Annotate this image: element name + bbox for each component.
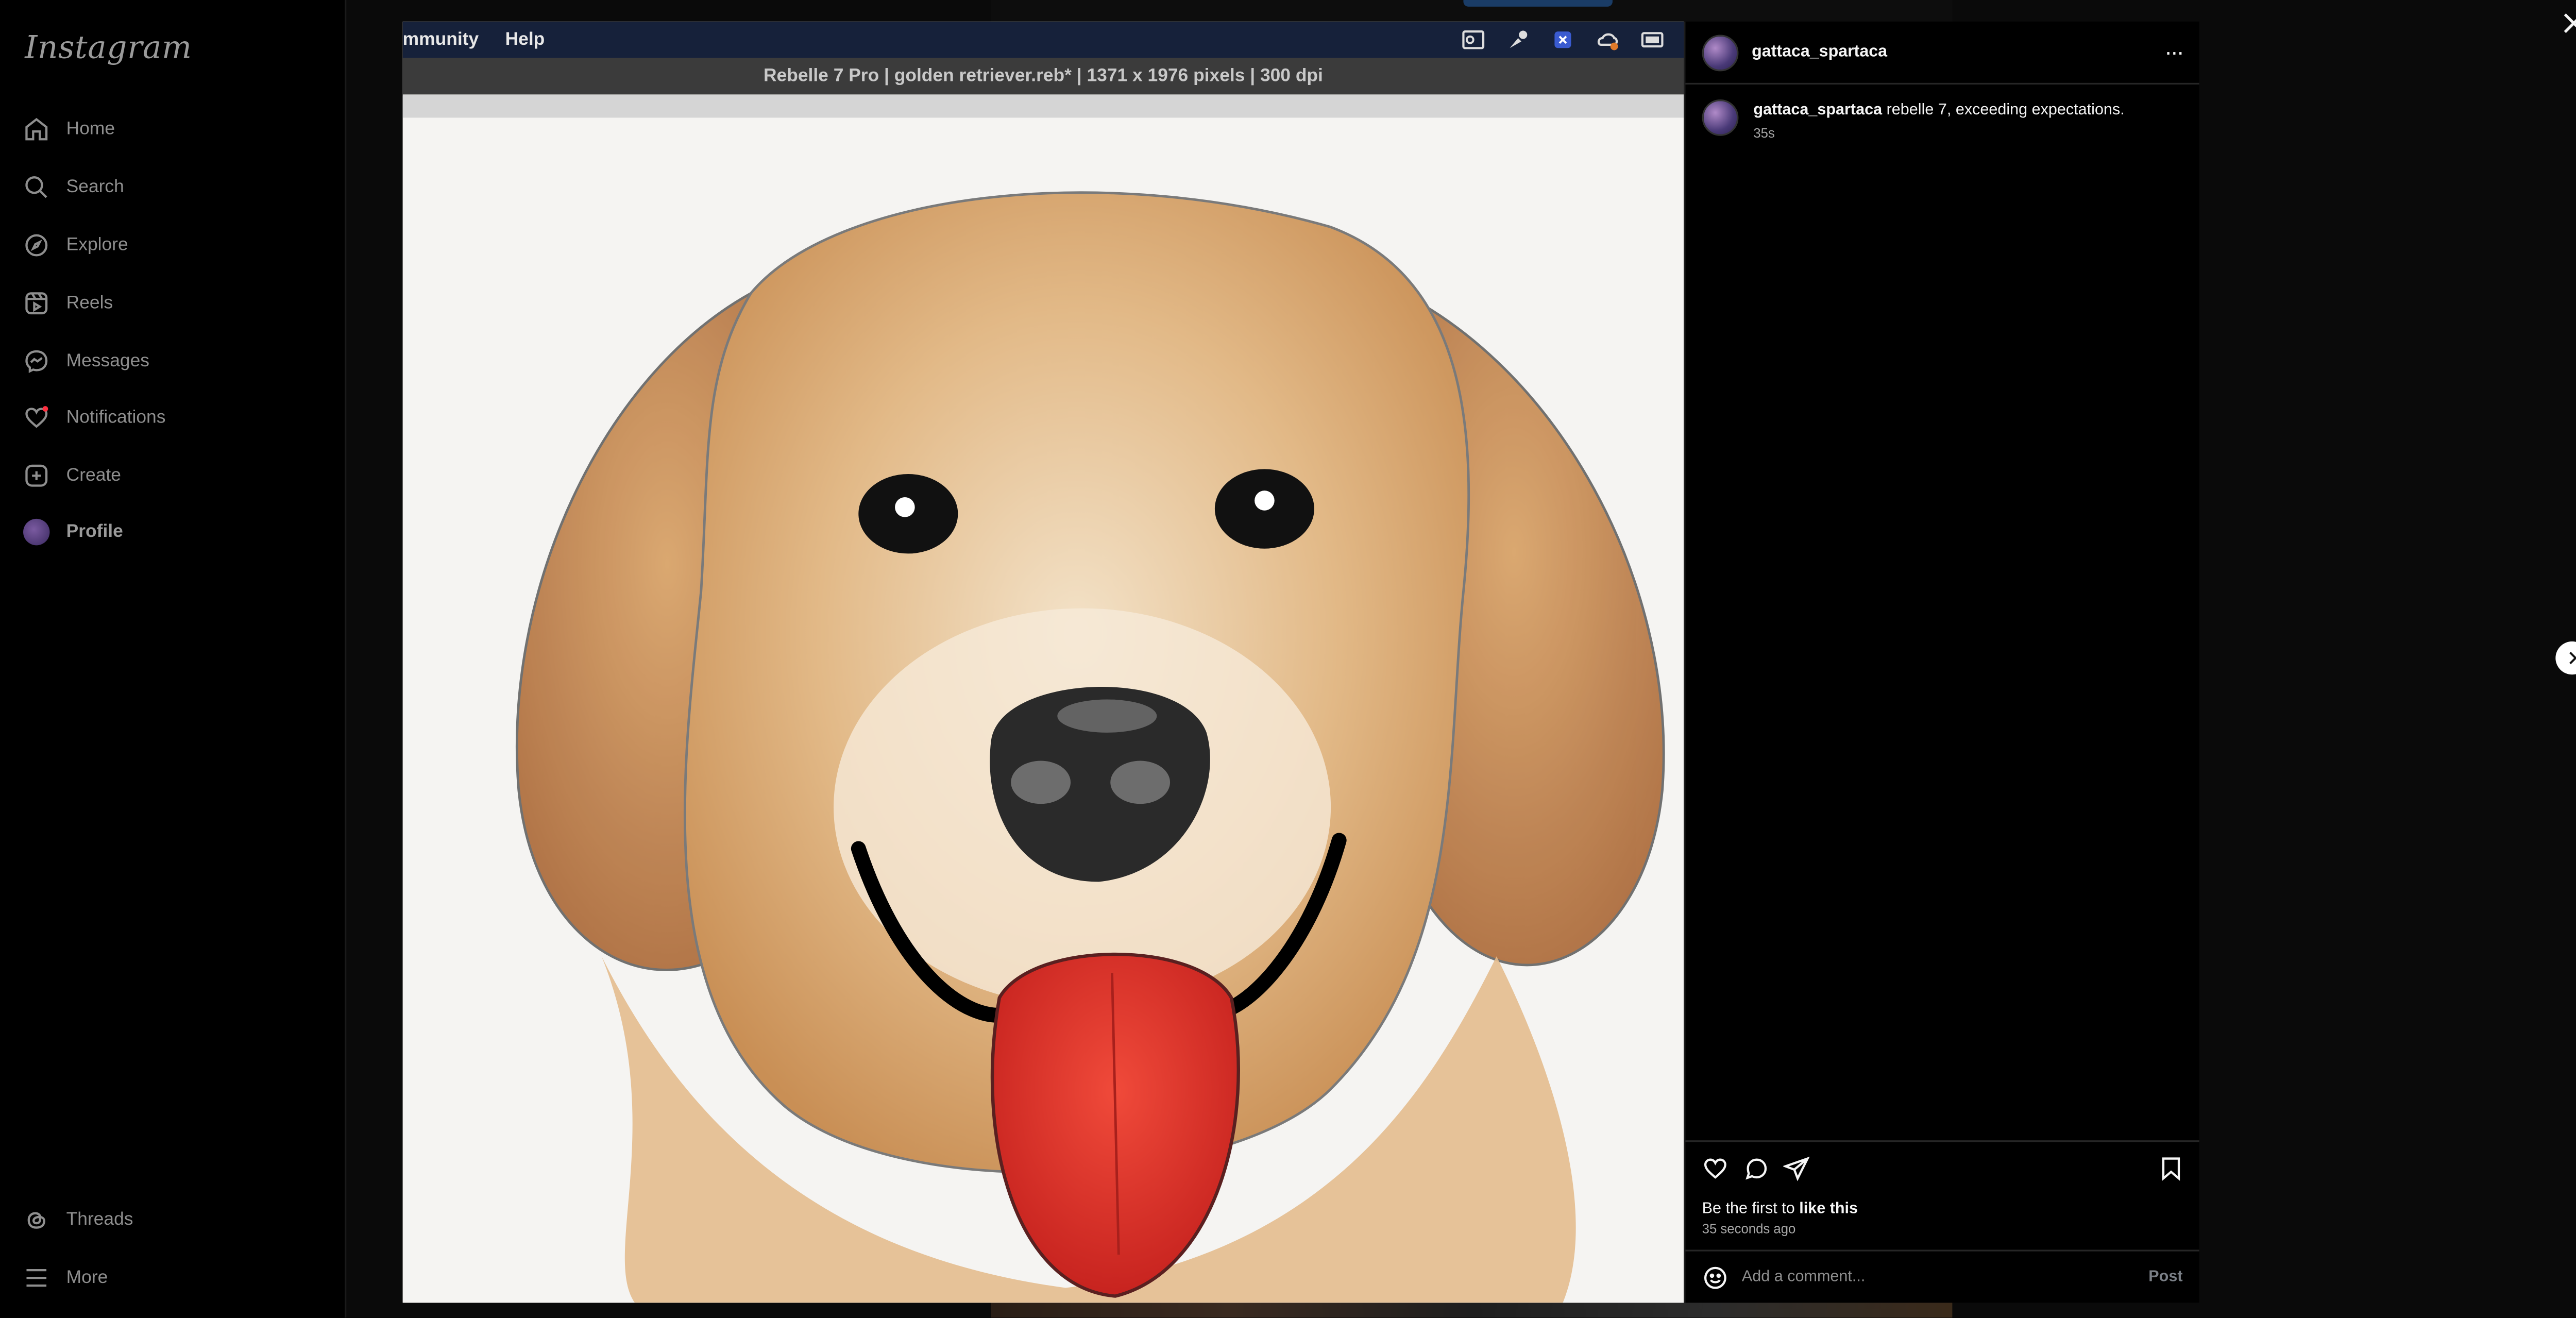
menu-icon [23, 1264, 49, 1291]
sidebar-item-label: More [66, 1268, 108, 1288]
plus-square-icon [23, 462, 49, 488]
sidebar-item-label: Threads [66, 1210, 133, 1230]
compass-icon [23, 232, 49, 258]
sidebar-item-label: Home [66, 119, 115, 140]
threads-icon [23, 1207, 49, 1233]
like-this-link[interactable]: like this [1799, 1200, 1858, 1218]
sidebar-item-label: Search [66, 177, 124, 197]
chevron-right-icon [2569, 651, 2576, 665]
comment-bar: Add a comment... Post [1685, 1249, 2199, 1304]
avatar[interactable] [1702, 35, 1739, 72]
caption-username[interactable]: gattaca_spartaca [1753, 101, 1882, 119]
feed-button-edge [1463, 0, 1613, 7]
golden-retriever-painting [402, 94, 1684, 1303]
next-post-button[interactable] [2555, 641, 2576, 675]
post-timestamp: 35 seconds ago [1702, 1221, 1796, 1237]
sidebar-item-search[interactable]: Search [23, 166, 124, 209]
close-icon[interactable] [2561, 10, 2576, 36]
sidebar-item-messages[interactable]: Messages [23, 340, 149, 383]
share-icon[interactable] [1782, 1155, 1810, 1181]
sidebar-item-notifications[interactable]: Notifications [23, 396, 165, 440]
menubar-tray [1462, 28, 1664, 52]
sidebar-item-profile[interactable]: Profile [23, 511, 123, 554]
sidebar-item-label: Create [66, 465, 121, 486]
sidebar-item-label: Explore [66, 235, 128, 256]
comment-input[interactable]: Add a comment... [1742, 1268, 1866, 1286]
painting-canvas [402, 94, 1684, 1303]
avatar[interactable] [1702, 99, 1739, 136]
app-badge-icon [1551, 28, 1574, 52]
sidebar-item-label: Notifications [66, 408, 166, 428]
post-header: gattaca_spartaca ··· [1685, 22, 2199, 85]
comment-icon[interactable] [1743, 1155, 1770, 1181]
post-image: mmunity Help Rebelle 7 Pro | golden retr… [402, 21, 1684, 1303]
sidebar-item-reels[interactable]: Reels [23, 282, 113, 325]
home-icon [23, 116, 49, 142]
display-icon [1641, 28, 1664, 52]
caption-text: rebelle 7, exceeding expectations. [1886, 101, 2125, 120]
post-comment-button[interactable]: Post [2148, 1268, 2182, 1286]
menu-help: Help [505, 29, 545, 50]
pen-tool-icon [1506, 28, 1530, 52]
app-menubar: mmunity Help [402, 21, 1684, 58]
sidebar: Instagram Home Search Explore Reels Mess… [0, 0, 347, 1318]
creative-cloud-icon [1596, 28, 1619, 52]
heart-icon [23, 404, 49, 431]
instagram-page: Instagram Home Search Explore Reels Mess… [0, 0, 2576, 1318]
sidebar-item-label: Messages [66, 351, 149, 371]
messenger-icon [23, 348, 49, 375]
search-icon [23, 174, 49, 200]
reels-icon [23, 290, 49, 316]
caption-timestamp: 35s [1753, 126, 1775, 141]
sidebar-item-home[interactable]: Home [23, 108, 115, 151]
sidebar-item-label: Reels [66, 293, 113, 313]
sidebar-item-more[interactable]: More [23, 1256, 108, 1299]
sidebar-item-label: Profile [66, 522, 123, 542]
post-username[interactable]: gattaca_spartaca [1752, 43, 1887, 61]
likes-prefix: Be the first to [1702, 1199, 1800, 1219]
emoji-icon[interactable] [1702, 1264, 1728, 1291]
post-info-panel: gattaca_spartaca ··· gattaca_spartaca re… [1684, 21, 2199, 1304]
more-options-icon[interactable]: ··· [2164, 38, 2184, 64]
sidebar-item-threads[interactable]: Threads [23, 1198, 133, 1242]
instagram-logo[interactable]: Instagram [25, 30, 192, 66]
menu-community: mmunity [402, 29, 479, 50]
post-caption: gattaca_spartaca rebelle 7, exceeding ex… [1753, 101, 2124, 119]
like-heart-icon[interactable] [1702, 1155, 1728, 1181]
sidebar-item-explore[interactable]: Explore [23, 224, 128, 267]
outlook-icon [1462, 28, 1485, 52]
avatar [23, 518, 50, 546]
sidebar-item-create[interactable]: Create [23, 454, 121, 497]
post-actions: Be the first to like this 35 seconds ago [1685, 1140, 2199, 1252]
save-bookmark-icon[interactable] [2158, 1155, 2184, 1181]
app-window-title: Rebelle 7 Pro | golden retriever.reb* | … [402, 58, 1684, 96]
likes-text: Be the first to like this [1702, 1200, 1858, 1218]
